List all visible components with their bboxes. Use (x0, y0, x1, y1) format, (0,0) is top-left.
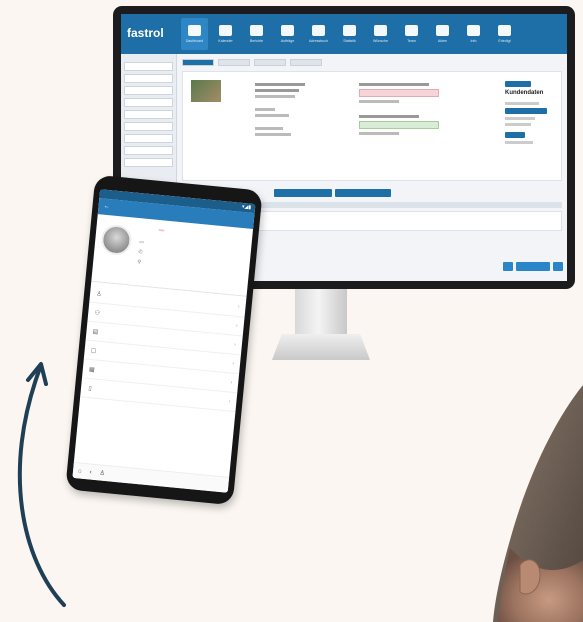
person-photo (493, 385, 583, 622)
